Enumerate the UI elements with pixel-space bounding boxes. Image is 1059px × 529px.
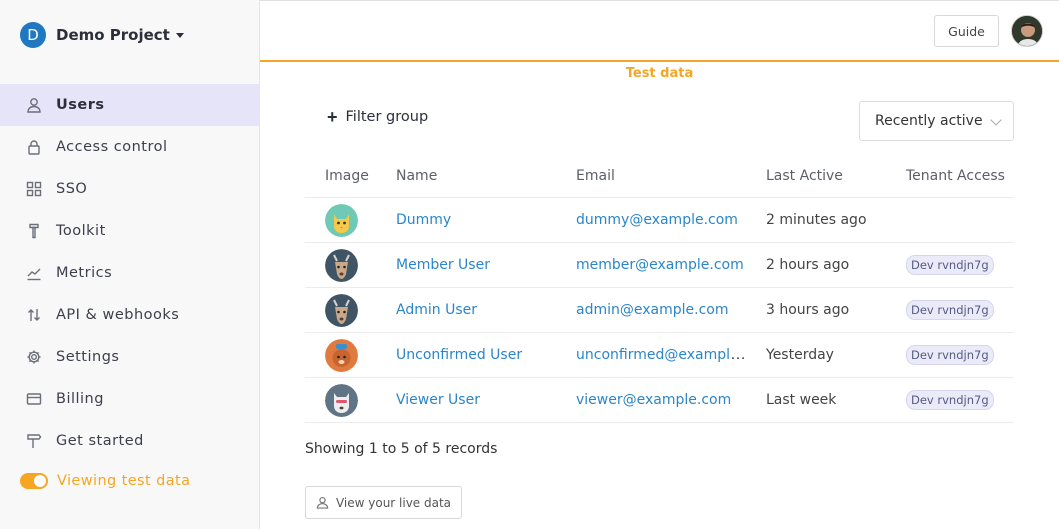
sort-selected-value: Recently active xyxy=(875,113,983,129)
sidebar-item-label: SSO xyxy=(56,181,88,197)
sidebar-item-label: Settings xyxy=(56,349,120,365)
user-email-link[interactable]: unconfirmed@example.com xyxy=(576,346,766,363)
arrows-icon xyxy=(25,306,43,324)
table-row[interactable]: Admin User admin@example.com 3 hours ago… xyxy=(305,288,1014,333)
chart-icon xyxy=(25,264,43,282)
users-table: Image Name Email Last Active Tenant Acce… xyxy=(305,154,1014,423)
sidebar-item-label: API & webhooks xyxy=(56,307,180,323)
sidebar-item-billing[interactable]: Billing xyxy=(0,378,259,420)
sidebar-item-api-webhooks[interactable]: API & webhooks xyxy=(0,294,259,336)
column-header-tenant-access: Tenant Access xyxy=(906,167,1005,184)
lock-icon xyxy=(25,138,43,156)
header: Guide xyxy=(260,0,1059,62)
sidebar-item-settings[interactable]: Settings xyxy=(0,336,259,378)
view-live-data-label: View your live data xyxy=(335,495,452,510)
sidebar-item-label: Users xyxy=(56,97,105,113)
user-name-link[interactable]: Unconfirmed User xyxy=(396,347,522,363)
user-email-link[interactable]: member@example.com xyxy=(576,257,744,273)
project-switcher[interactable]: D Demo Project xyxy=(20,22,184,48)
column-header-last-active: Last Active xyxy=(766,167,843,184)
sidebar: D Demo Project Users Access control SSO xyxy=(0,0,260,529)
sidebar-item-label: Toolkit xyxy=(56,223,106,239)
sidebar-item-sso[interactable]: SSO xyxy=(0,168,259,210)
user-email-link[interactable]: admin@example.com xyxy=(576,302,728,318)
sidebar-item-users[interactable]: Users xyxy=(0,84,259,126)
test-data-banner: Test data xyxy=(625,66,694,81)
grid-icon xyxy=(25,180,43,198)
avatar[interactable] xyxy=(1011,15,1043,47)
tenant-badge: Dev rvndjn7g xyxy=(906,255,994,275)
cat-avatar xyxy=(325,203,358,237)
project-name: Demo Project xyxy=(56,26,170,44)
toggle-switch[interactable] xyxy=(20,473,48,489)
records-count: Showing 1 to 5 of 5 records xyxy=(305,441,498,457)
table-row[interactable]: Dummy dummy@example.com 2 minutes ago xyxy=(305,198,1014,243)
tenant-badge: Dev rvndjn7g xyxy=(906,390,994,410)
toggle-label: Viewing test data xyxy=(57,473,191,489)
user-name-link[interactable]: Dummy xyxy=(396,212,451,228)
sidebar-item-label: Metrics xyxy=(56,265,113,281)
plus-icon: + xyxy=(327,107,338,127)
last-active: 2 minutes ago xyxy=(766,212,867,228)
deer-avatar xyxy=(325,248,358,282)
gear-icon xyxy=(25,348,43,366)
project-logo: D xyxy=(20,22,46,48)
sidebar-item-get-started[interactable]: Get started xyxy=(0,420,259,462)
tenant-badge: Dev rvndjn7g xyxy=(906,300,994,320)
table-row[interactable]: Unconfirmed User unconfirmed@example.com… xyxy=(305,333,1014,378)
column-header-image: Image xyxy=(325,167,369,184)
test-data-toggle[interactable]: Viewing test data xyxy=(20,473,190,489)
user-email-link[interactable]: dummy@example.com xyxy=(576,212,738,228)
dog-avatar xyxy=(325,383,358,417)
sort-select[interactable]: Recently active xyxy=(859,101,1014,141)
user-icon xyxy=(316,496,329,509)
table-row[interactable]: Viewer User viewer@example.com Last week… xyxy=(305,378,1014,423)
column-header-email: Email xyxy=(576,167,615,184)
sidebar-nav: Users Access control SSO Toolkit Metrics xyxy=(0,84,259,462)
view-live-data-button[interactable]: View your live data xyxy=(305,486,462,519)
last-active: Yesterday xyxy=(766,347,834,363)
user-name-link[interactable]: Viewer User xyxy=(396,392,480,408)
column-header-name: Name xyxy=(396,167,438,184)
sidebar-item-label: Access control xyxy=(56,139,168,155)
toolkit-icon xyxy=(25,222,43,240)
user-icon xyxy=(25,96,43,114)
chevron-down-icon xyxy=(175,32,184,38)
deer-avatar xyxy=(325,293,358,327)
user-name-link[interactable]: Admin User xyxy=(396,302,477,318)
bear-avatar xyxy=(325,338,358,372)
chevron-down-icon xyxy=(990,114,1002,126)
sidebar-item-metrics[interactable]: Metrics xyxy=(0,252,259,294)
last-active: 2 hours ago xyxy=(766,257,850,273)
tenant-badge: Dev rvndjn7g xyxy=(906,345,994,365)
sidebar-item-access-control[interactable]: Access control xyxy=(0,126,259,168)
table-row[interactable]: Member User member@example.com 2 hours a… xyxy=(305,243,1014,288)
sidebar-item-label: Get started xyxy=(56,433,144,449)
filter-group-button[interactable]: + Filter group xyxy=(327,108,428,126)
sidebar-item-label: Billing xyxy=(56,391,104,407)
filter-group-label: Filter group xyxy=(345,109,429,125)
last-active: 3 hours ago xyxy=(766,302,850,318)
card-icon xyxy=(25,390,43,408)
user-name-link[interactable]: Member User xyxy=(396,257,490,273)
user-email-link[interactable]: viewer@example.com xyxy=(576,392,731,408)
last-active: Last week xyxy=(766,392,837,408)
guide-button[interactable]: Guide xyxy=(934,15,999,47)
sidebar-item-toolkit[interactable]: Toolkit xyxy=(0,210,259,252)
table-header: Image Name Email Last Active Tenant Acce… xyxy=(305,154,1014,198)
signpost-icon xyxy=(25,432,43,450)
